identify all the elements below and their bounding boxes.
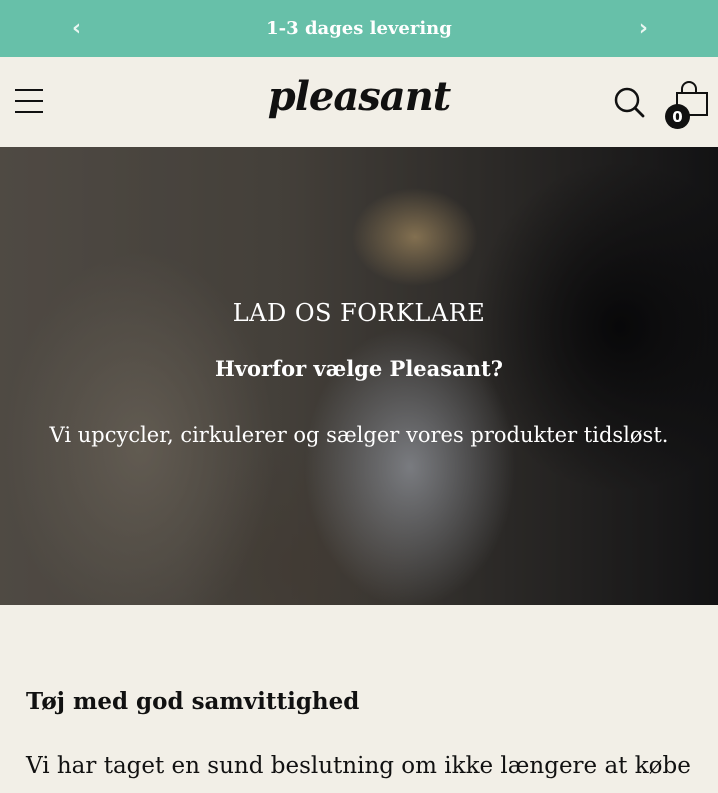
section-body: Vi har taget en sund beslutning om ikke …: [26, 753, 691, 779]
hero-title: Hvorfor vælge Pleasant?: [215, 356, 503, 381]
hero-kicker: LAD OS FORKLARE: [232, 299, 486, 327]
logo[interactable]: pleasant: [268, 73, 452, 120]
hamburger-icon[interactable]: [15, 89, 45, 115]
hero-banner: LAD OS FORKLARE Hvorfor vælge Pleasant? …: [0, 147, 718, 605]
announcement-bar: ‹ 1-3 dages levering ›: [0, 0, 718, 57]
search-icon[interactable]: [613, 86, 645, 122]
section-title: Tøj med god samvittighed: [26, 688, 360, 715]
chevron-right-icon[interactable]: ›: [639, 17, 648, 40]
content-section: Tøj med god samvittighed Vi har taget en…: [0, 688, 718, 782]
cart-count-badge: 0: [665, 104, 690, 129]
hero-body: Vi upcycler, cirkulerer og sælger vores …: [49, 423, 669, 447]
cart-button[interactable]: 0: [664, 81, 712, 137]
announcement-text: 1-3 dages levering: [266, 18, 452, 39]
site-header: pleasant 0: [0, 57, 718, 147]
chevron-left-icon[interactable]: ‹: [72, 17, 81, 40]
